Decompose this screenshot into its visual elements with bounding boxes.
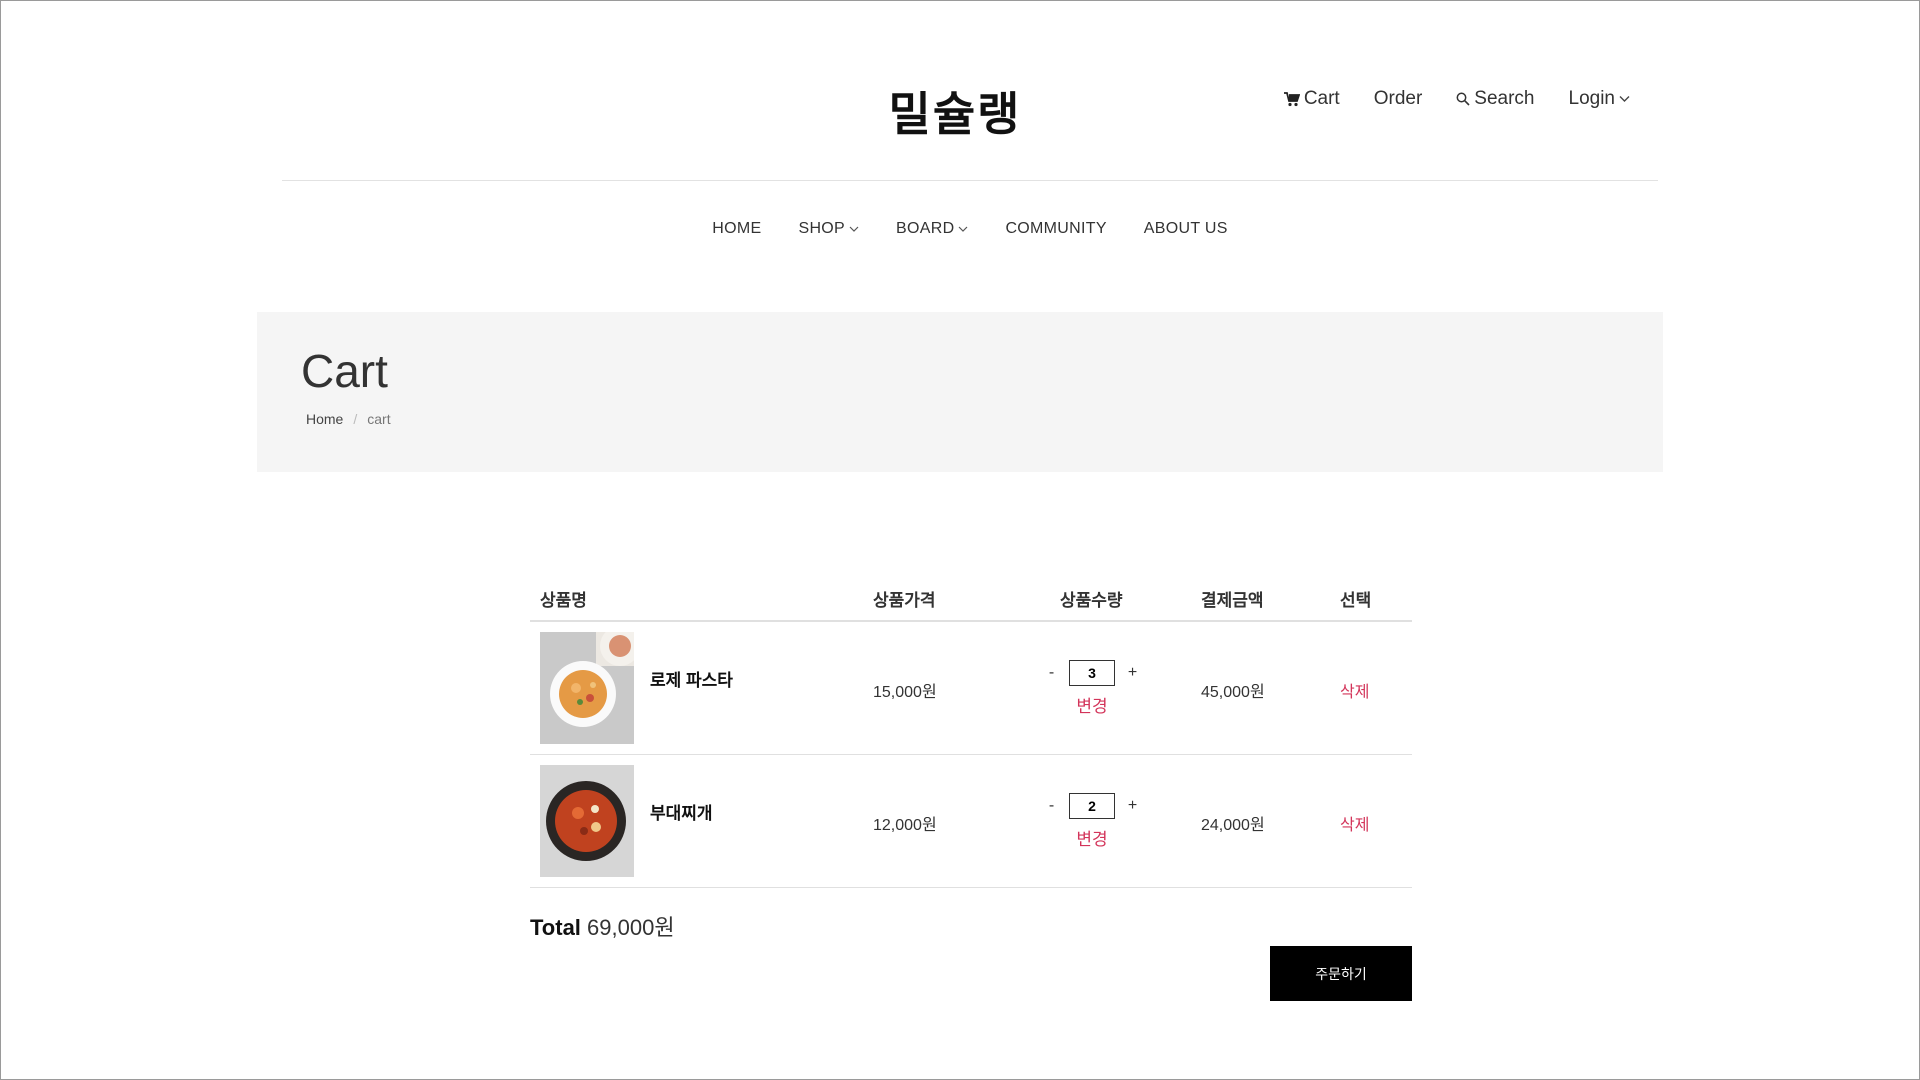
nav-home[interactable]: HOME	[712, 220, 761, 238]
top-utility-bar: Cart Order Search Login	[1283, 88, 1631, 110]
breadcrumb-separator: /	[353, 411, 358, 427]
search-link[interactable]: Search	[1456, 88, 1535, 110]
place-order-button[interactable]: 주문하기	[1270, 946, 1412, 1001]
cart-link-label: Cart	[1303, 88, 1340, 109]
nav-about-us[interactable]: ABOUT US	[1144, 220, 1228, 238]
delete-link[interactable]: 삭제	[1340, 678, 1369, 702]
product-name[interactable]: 부대찌개	[650, 799, 713, 824]
nav-board[interactable]: BOARD	[896, 220, 968, 238]
header-select: 선택	[1340, 591, 1372, 610]
window-frame	[0, 0, 1920, 1080]
line-total: 24,000원	[1201, 817, 1265, 834]
page-heading-band: Cart Home / cart	[257, 312, 1663, 472]
change-quantity-link[interactable]: 변경	[1046, 692, 1138, 717]
page-title: Cart	[301, 345, 388, 397]
increase-button[interactable]: +	[1127, 797, 1138, 815]
order-link-label: Order	[1373, 88, 1423, 109]
header-amount: 결제금액	[1201, 591, 1264, 610]
cart-link[interactable]: Cart	[1283, 88, 1340, 110]
chevron-down-icon	[849, 220, 859, 238]
nav-community[interactable]: COMMUNITY	[1005, 220, 1106, 238]
login-dropdown[interactable]: Login	[1569, 88, 1631, 110]
product-name[interactable]: 로제 파스타	[650, 666, 733, 691]
quantity-input[interactable]	[1069, 793, 1115, 819]
cart-total: Total 69,000원	[530, 910, 675, 942]
decrease-button[interactable]: -	[1046, 664, 1057, 682]
increase-button[interactable]: +	[1127, 664, 1138, 682]
nav-shop-label: SHOP	[798, 220, 846, 237]
change-quantity-link[interactable]: 변경	[1046, 825, 1138, 850]
breadcrumb: Home / cart	[306, 411, 391, 427]
quantity-control: - + 변경	[1046, 660, 1138, 717]
product-price: 12,000원	[873, 817, 937, 834]
chevron-down-icon	[958, 220, 968, 238]
header-quantity: 상품수량	[1060, 591, 1123, 610]
breadcrumb-current: cart	[367, 411, 391, 427]
cart-table: 상품명 상품가격 상품수량 결제금액 선택 로제 파스타 15,000원 - 3…	[530, 570, 1412, 1001]
header-product-price: 상품가격	[873, 591, 936, 610]
quantity-input[interactable]	[1069, 660, 1115, 686]
search-link-label: Search	[1474, 88, 1535, 109]
login-label: Login	[1568, 88, 1616, 109]
quantity-control: - + 변경	[1046, 793, 1138, 850]
cart-icon	[1283, 91, 1300, 107]
nav-shop[interactable]: SHOP	[798, 220, 859, 238]
main-nav: HOME SHOP BOARD COMMUNITY ABOUT US	[0, 220, 1920, 238]
breadcrumb-home[interactable]: Home	[306, 411, 343, 427]
chevron-down-icon	[1619, 95, 1630, 103]
nav-about-label: ABOUT US	[1143, 220, 1228, 237]
order-link[interactable]: Order	[1374, 88, 1423, 110]
search-icon	[1456, 92, 1470, 106]
total-value: 69,000원	[587, 915, 675, 940]
table-row: 부대찌개 12,000원 - + 변경 24,000원 삭제	[530, 755, 1412, 888]
header-product-name: 상품명	[540, 591, 587, 610]
nav-home-label: HOME	[712, 220, 762, 237]
delete-link[interactable]: 삭제	[1340, 811, 1369, 835]
product-image-budae-jjigae[interactable]	[540, 765, 634, 877]
nav-community-label: COMMUNITY	[1005, 220, 1107, 237]
total-label: Total	[530, 915, 581, 940]
header-divider	[282, 180, 1658, 181]
decrease-button[interactable]: -	[1046, 797, 1057, 815]
product-price: 15,000원	[873, 684, 937, 701]
table-row: 로제 파스타 15,000원 - + 변경 45,000원 삭제	[530, 622, 1412, 755]
cart-table-header: 상품명 상품가격 상품수량 결제금액 선택	[530, 570, 1412, 622]
nav-board-label: BOARD	[896, 220, 955, 237]
product-image-rose-pasta[interactable]	[540, 632, 634, 744]
line-total: 45,000원	[1201, 684, 1265, 701]
